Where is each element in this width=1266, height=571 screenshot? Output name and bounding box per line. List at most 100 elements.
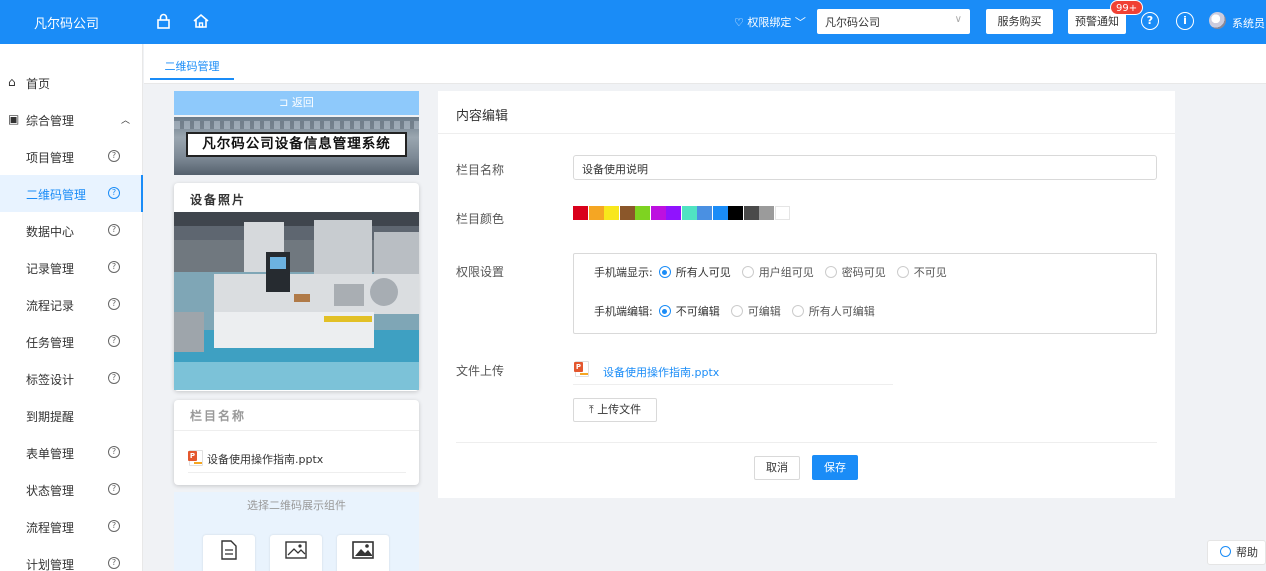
radio-not-editable[interactable]: 不可编辑 xyxy=(658,303,720,319)
component-selector-header: 选择二维码展示组件 xyxy=(174,492,419,519)
mobile-edit-label: 手机端编辑: xyxy=(594,305,653,318)
color-swatch-4[interactable] xyxy=(635,206,650,220)
sidebar-item-home[interactable]: ⌂ 首页 xyxy=(0,64,143,101)
mobile-display-label: 手机端显示: xyxy=(594,266,653,279)
image-component-button[interactable] xyxy=(270,535,322,571)
sidebar-item-status[interactable]: 状态管理? xyxy=(0,471,143,508)
banner-title: 凡尔码公司设备信息管理系统 xyxy=(186,132,407,157)
card-divider xyxy=(174,430,419,431)
name-label: 栏目名称 xyxy=(456,163,505,177)
mobile-edit-row: 手机端编辑: 不可编辑 可编辑 所有人可编辑 xyxy=(594,303,886,319)
gallery-component-button[interactable] xyxy=(337,535,389,571)
sidebar-item-label: 记录管理 xyxy=(26,262,75,276)
color-swatch-11[interactable] xyxy=(743,206,759,220)
question-icon[interactable]: ? xyxy=(108,372,120,384)
sidebar-item-qrcode[interactable]: 二维码管理? xyxy=(0,175,143,212)
tab-qrcode-manage[interactable]: 二维码管理 xyxy=(150,58,234,80)
avatar[interactable] xyxy=(1209,12,1226,29)
lock-icon[interactable] xyxy=(155,12,173,30)
radio-dot xyxy=(741,266,754,278)
cancel-button[interactable]: 取消 xyxy=(754,456,800,480)
banner-image: 凡尔码公司设备信息管理系统 xyxy=(174,117,419,175)
help-icon[interactable]: ? xyxy=(1141,12,1159,30)
color-swatch-0[interactable] xyxy=(573,206,588,220)
sidebar-item-label-design[interactable]: 标签设计? xyxy=(0,360,143,397)
uploaded-file-link[interactable]: 设备使用操作指南.pptx xyxy=(603,364,719,380)
color-swatch-1[interactable] xyxy=(588,206,604,220)
service-buy-button[interactable]: 服务购买 xyxy=(986,9,1053,34)
divider xyxy=(456,442,1157,443)
radio-dot xyxy=(658,266,671,278)
sidebar-item-tasks[interactable]: 任务管理? xyxy=(0,323,143,360)
section-name-input[interactable]: 设备使用说明 xyxy=(573,155,1157,180)
question-icon[interactable]: ? xyxy=(108,557,120,569)
document-component-button[interactable] xyxy=(203,535,255,571)
radio-dot xyxy=(824,266,837,278)
color-label: 栏目颜色 xyxy=(456,212,505,226)
save-button[interactable]: 保存 xyxy=(812,455,858,480)
help-button[interactable]: 帮助 xyxy=(1207,540,1266,565)
radio-label: 不可编辑 xyxy=(675,305,720,318)
radio-everyone-editable[interactable]: 所有人可编辑 xyxy=(791,303,875,319)
home-icon[interactable] xyxy=(192,12,210,30)
sidebar-item-plans[interactable]: 计划管理? xyxy=(0,545,143,571)
help-icon xyxy=(1220,546,1231,557)
question-icon[interactable]: ? xyxy=(108,261,120,273)
equipment-photo xyxy=(174,212,419,390)
username[interactable]: 系统员 xyxy=(1232,15,1265,31)
color-swatch-10[interactable] xyxy=(728,206,743,220)
question-icon[interactable]: ? xyxy=(108,150,120,162)
question-icon[interactable]: ? xyxy=(108,483,120,495)
color-swatch-7[interactable] xyxy=(681,206,697,220)
permission-box: 手机端显示: 所有人可见 用户组可见 密码可见 不可见 手机端编辑: 不可编辑 … xyxy=(573,253,1157,334)
radio-editable[interactable]: 可编辑 xyxy=(730,303,781,319)
pptx-file-icon xyxy=(188,450,203,466)
sidebar-item-expiry[interactable]: 到期提醒 xyxy=(0,397,143,434)
color-swatch-9[interactable] xyxy=(712,206,728,220)
sidebar-item-records[interactable]: 记录管理? xyxy=(0,249,143,286)
sidebar-item-forms[interactable]: 表单管理? xyxy=(0,434,143,471)
question-icon[interactable]: ? xyxy=(108,298,120,310)
color-swatch-3[interactable] xyxy=(619,206,635,220)
sidebar-item-label: 任务管理 xyxy=(26,336,75,350)
radio-label: 所有人可编辑 xyxy=(808,305,875,318)
color-swatch-6[interactable] xyxy=(666,206,681,220)
pptx-file-icon xyxy=(574,361,589,377)
radio-label: 所有人可见 xyxy=(675,266,731,279)
alert-count-badge: 99+ xyxy=(1110,0,1144,15)
color-swatch-2[interactable] xyxy=(604,206,619,220)
radio-group-visible[interactable]: 用户组可见 xyxy=(741,264,814,280)
preview-file-name[interactable]: 设备使用操作指南.pptx xyxy=(207,451,323,467)
sidebar-item-flow-records[interactable]: 流程记录? xyxy=(0,286,143,323)
question-icon[interactable]: ? xyxy=(108,224,120,236)
question-icon[interactable]: ? xyxy=(108,446,120,458)
sidebar-item-data-center[interactable]: 数据中心? xyxy=(0,212,143,249)
radio-dot xyxy=(730,305,743,317)
sidebar-group-general[interactable]: ▣ 综合管理 ︿ xyxy=(0,101,143,138)
radio-everyone-visible[interactable]: 所有人可见 xyxy=(658,264,731,280)
folder-icon: ▣ xyxy=(8,112,20,126)
radio-invisible[interactable]: 不可见 xyxy=(896,264,947,280)
color-swatch-5[interactable] xyxy=(650,206,666,220)
info-icon[interactable]: i xyxy=(1176,12,1194,30)
sidebar-item-flow-manage[interactable]: 流程管理? xyxy=(0,508,143,545)
sidebar-item-label: 流程记录 xyxy=(26,299,75,313)
company-select[interactable]: 凡尔码公司 ∨ xyxy=(817,9,970,34)
question-icon[interactable]: ? xyxy=(108,520,120,532)
color-swatch-8[interactable] xyxy=(697,206,712,220)
upload-button-label: 上传文件 xyxy=(597,403,642,416)
color-swatch-12[interactable] xyxy=(759,206,774,220)
sidebar-item-label: 流程管理 xyxy=(26,521,75,535)
sidebar-item-project[interactable]: 项目管理? xyxy=(0,138,143,175)
top-bar: 凡尔码公司 ♡ 权限绑定 ﹀ 凡尔码公司 ∨ 服务购买 预警通知 99+ ? i… xyxy=(0,0,1266,44)
question-icon[interactable]: ? xyxy=(108,187,120,199)
radio-dot xyxy=(658,305,671,317)
permission-bind-dropdown[interactable]: ♡ 权限绑定 ﹀ xyxy=(734,14,806,30)
back-button[interactable]: ⊐ 返回 xyxy=(174,91,419,115)
color-swatch-13[interactable] xyxy=(774,206,790,220)
upload-file-button[interactable]: ⤒ 上传文件 xyxy=(573,398,657,422)
radio-password-visible[interactable]: 密码可见 xyxy=(824,264,886,280)
section-card-title: 栏目名称 xyxy=(190,409,247,423)
banner-stripe xyxy=(174,121,419,129)
question-icon[interactable]: ? xyxy=(108,335,120,347)
